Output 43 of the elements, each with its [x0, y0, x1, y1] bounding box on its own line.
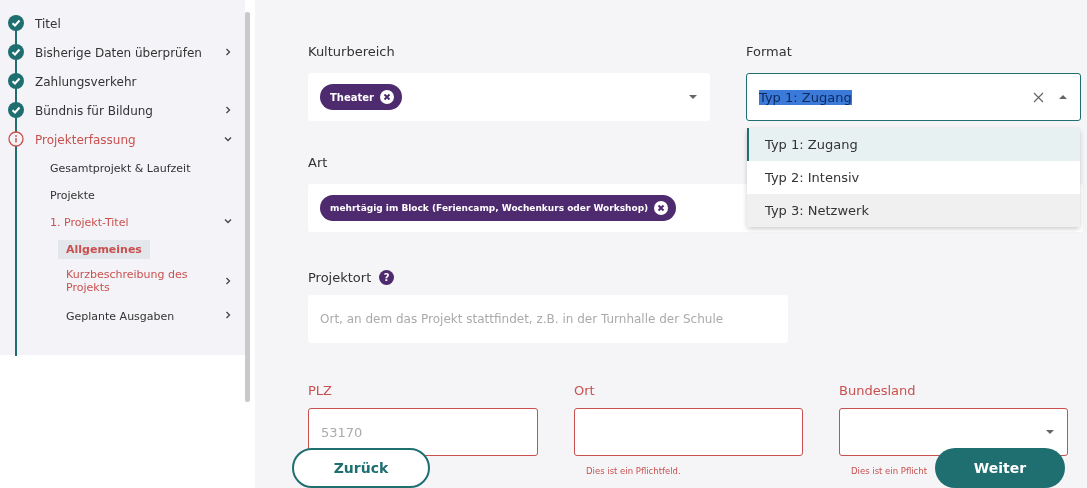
nav-item[interactable]: Geplante Ausgaben [66, 310, 175, 323]
nav-item[interactable]: Allgemeines [58, 240, 150, 259]
remove-icon[interactable] [379, 90, 394, 104]
dropdown-caret-icon[interactable] [1045, 429, 1055, 435]
nav-item[interactable]: Projekterfassung [35, 133, 136, 147]
field-label: PLZ [308, 383, 333, 398]
tag-chip[interactable]: Theater [320, 84, 402, 110]
field-label: Bundesland [839, 383, 917, 398]
dropdown-caret-icon[interactable] [1058, 94, 1068, 100]
scrollbar[interactable] [245, 12, 250, 402]
tag-chip[interactable]: mehrtägig im Block (Feriencamp, Wochenkurs oder Workshop) [320, 195, 677, 221]
selected-text: Typ 1: Zugang [759, 89, 852, 105]
nav-item[interactable]: Kurzbeschreibung des Projekts [66, 267, 201, 294]
dropdown-option[interactable]: Typ 1: Zugang [747, 128, 1080, 161]
back-button[interactable]: Zurück [292, 448, 430, 488]
kulturbereich-select[interactable]: Theater [308, 73, 710, 121]
chevron-icon[interactable] [223, 46, 233, 57]
clear-icon[interactable] [1033, 91, 1044, 103]
nav-item[interactable]: Bisherige Daten überprüfen [35, 46, 202, 60]
dropdown-option[interactable]: Typ 3: Netzwerk [747, 194, 1080, 227]
text-input[interactable] [574, 408, 803, 456]
nav-item[interactable]: Bündnis für Bildung [35, 104, 153, 118]
field-label: Kulturbereich [308, 44, 396, 59]
nav-item[interactable]: Projekte [50, 189, 95, 202]
nav-item[interactable]: Gesamtprojekt & Laufzeit [50, 162, 191, 175]
nav-item[interactable]: Zahlungsverkehr [35, 75, 137, 89]
error-message: Dies ist ein Pflicht [851, 466, 927, 476]
nav-item[interactable]: Titel [35, 17, 61, 31]
nav-item[interactable]: 1. Projekt-Titel [50, 216, 129, 229]
help-icon[interactable]: ? [379, 270, 395, 285]
field-label: Format [746, 44, 793, 59]
dropdown-option[interactable]: Typ 2: Intensiv [747, 161, 1080, 194]
error-message: Dies ist ein Pflichtfeld. [586, 466, 681, 476]
chevron-icon[interactable] [223, 309, 233, 320]
chevron-icon[interactable] [223, 104, 233, 115]
dropdown-caret-icon[interactable] [688, 94, 698, 100]
field-label: Ort [574, 383, 596, 398]
field-label: Art [308, 155, 329, 170]
remove-icon[interactable] [654, 201, 669, 215]
chevron-icon[interactable] [223, 276, 233, 286]
field-label: Projektort [308, 270, 372, 285]
bundesland-select[interactable] [839, 408, 1068, 456]
next-button[interactable]: Weiter [935, 448, 1065, 488]
